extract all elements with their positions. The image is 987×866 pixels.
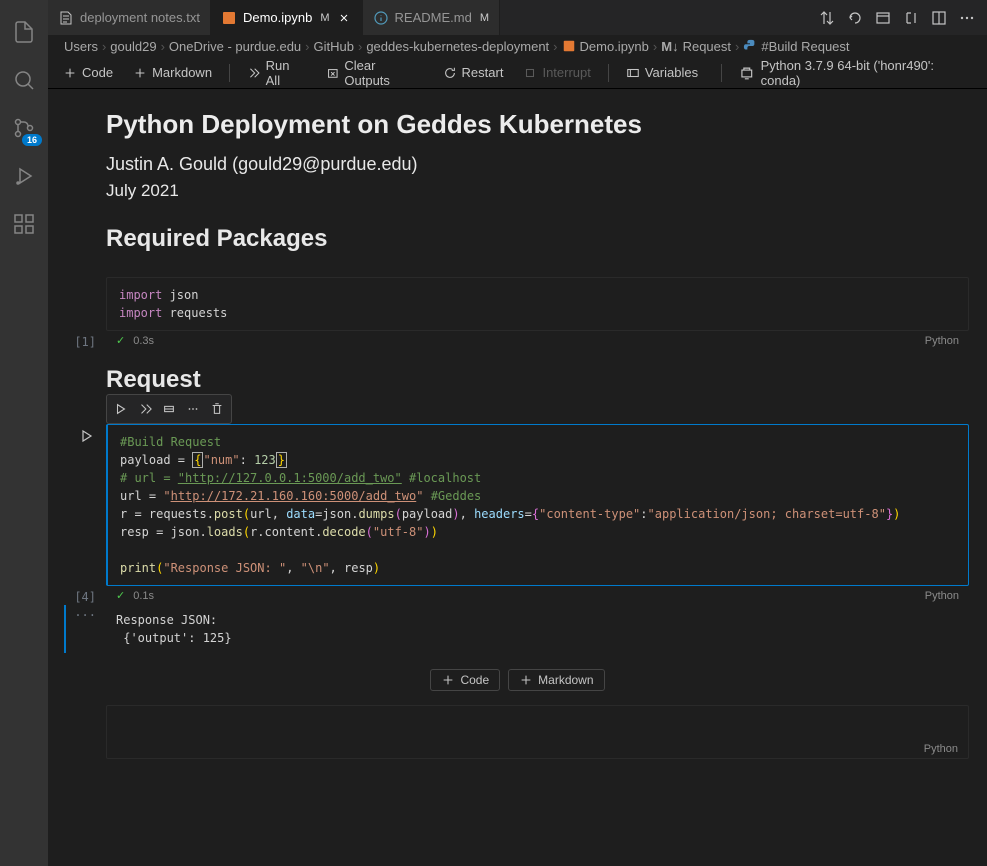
search-icon[interactable] [0, 56, 48, 104]
split-cell-icon[interactable] [158, 398, 180, 420]
source-control-icon[interactable]: 16 [0, 104, 48, 152]
add-markdown-button[interactable]: Markdown [508, 669, 604, 691]
kernel-selector[interactable]: Python 3.7.9 64-bit ('honr490': conda) [732, 55, 979, 91]
code-editor[interactable] [107, 706, 968, 740]
notebook-toolbar: Code Markdown Run All Clear Outputs Rest… [48, 57, 987, 89]
explorer-icon[interactable] [0, 8, 48, 56]
exec-count: [4] [66, 586, 106, 604]
undo-icon[interactable] [847, 10, 863, 26]
cell-toolbar [106, 394, 232, 424]
run-all-button[interactable]: Run All [240, 55, 313, 91]
notebook-editor[interactable]: Python Deployment on Geddes Kubernetes J… [48, 89, 987, 866]
section-heading: Required Packages [106, 225, 969, 253]
tab-label: Demo.ipynb [243, 10, 312, 25]
section-heading: Request [106, 366, 969, 394]
add-code-button[interactable]: Code [56, 62, 120, 83]
cell-language[interactable]: Python [924, 743, 958, 755]
tab-bar: deployment notes.txt Demo.ipynb M README… [48, 0, 987, 35]
insert-cell-buttons: Code Markdown [66, 669, 969, 691]
code-cell: import json import requests [1] ✓ 0.3s P… [66, 277, 969, 350]
editor-actions [807, 0, 987, 35]
code-cell: #Build Request payload = {"num": 123} # … [66, 424, 969, 653]
cell-language[interactable]: Python [925, 590, 959, 602]
date: July 2021 [106, 181, 969, 201]
python-icon [743, 39, 757, 53]
add-code-button[interactable]: Code [430, 669, 500, 691]
tab-label: deployment notes.txt [80, 10, 200, 25]
tab-label: README.md [395, 10, 472, 25]
exec-count: [1] [66, 331, 106, 349]
close-icon[interactable] [336, 10, 352, 26]
exec-count [66, 277, 106, 281]
run-debug-icon[interactable] [0, 152, 48, 200]
tab-modified-indicator: M [320, 12, 329, 24]
tab-demo-ipynb[interactable]: Demo.ipynb M [211, 0, 363, 35]
split-icon[interactable] [931, 10, 947, 26]
notebook-icon [562, 39, 576, 53]
layout-icon[interactable] [875, 10, 891, 26]
code-editor[interactable]: import json import requests [107, 278, 968, 330]
compare-icon[interactable] [819, 10, 835, 26]
code-editor[interactable]: #Build Request payload = {"num": 123} # … [108, 425, 968, 585]
run-cell-icon[interactable] [110, 398, 132, 420]
extensions-icon[interactable] [0, 200, 48, 248]
markdown-cell-packages[interactable]: Required Packages [106, 225, 969, 253]
interrupt-button[interactable]: Interrupt [516, 62, 597, 83]
author: Justin A. Gould (gould29@purdue.edu) [106, 154, 969, 175]
check-icon: ✓ [116, 334, 125, 347]
clear-outputs-button[interactable]: Clear Outputs [319, 55, 430, 91]
cell-language[interactable]: Python [925, 335, 959, 347]
more-icon[interactable] [959, 10, 975, 26]
run-above-icon[interactable] [134, 398, 156, 420]
page-title: Python Deployment on Geddes Kubernetes [106, 109, 969, 140]
tab-modified-indicator: M [480, 12, 489, 24]
tab-readme[interactable]: README.md M [363, 0, 500, 35]
exec-time: 0.1s [133, 590, 154, 602]
code-cell: Python [66, 705, 969, 759]
check-icon: ✓ [116, 589, 125, 602]
diff-icon[interactable] [903, 10, 919, 26]
delete-cell-icon[interactable] [206, 398, 228, 420]
run-button[interactable] [66, 424, 106, 444]
variables-button[interactable]: Variables [619, 62, 705, 83]
scm-badge: 16 [22, 134, 42, 146]
cell-output: Response JSON: {'output': 125} [108, 605, 969, 653]
markdown-cell-request[interactable]: Request [106, 366, 969, 394]
exec-time: 0.3s [133, 335, 154, 347]
restart-button[interactable]: Restart [436, 62, 511, 83]
more-icon[interactable] [182, 398, 204, 420]
add-markdown-button[interactable]: Markdown [126, 62, 219, 83]
tab-deployment-notes[interactable]: deployment notes.txt [48, 0, 211, 35]
markdown-cell-title[interactable]: Python Deployment on Geddes Kubernetes J… [106, 109, 969, 201]
activity-bar: 16 [0, 0, 48, 866]
output-indicator: ... [66, 605, 106, 619]
